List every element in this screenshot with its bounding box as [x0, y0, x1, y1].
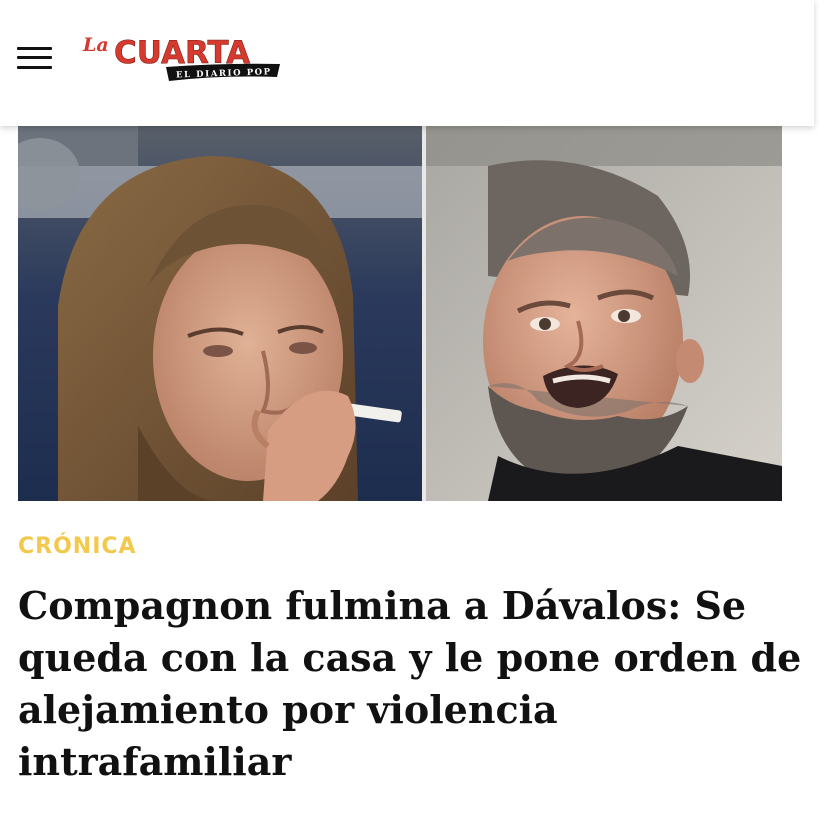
top-navigation-bar: La CUARTA EL DIARIO POP	[0, 0, 814, 126]
article-hero-image[interactable]	[18, 126, 782, 501]
menu-line	[17, 56, 52, 59]
menu-line	[17, 66, 52, 69]
logo-prefix: La	[82, 34, 109, 56]
woman-photo	[18, 126, 422, 501]
page: La CUARTA EL DIARIO POP CRÓNICA Compagno…	[0, 0, 828, 829]
menu-line	[17, 47, 52, 50]
logo-tagline: EL DIARIO POP	[176, 67, 272, 80]
article-headline[interactable]: Compagnon fulmina a Dávalos: Se queda co…	[18, 580, 808, 788]
photo-divider	[422, 126, 426, 501]
man-photo	[426, 126, 782, 501]
site-logo[interactable]: La CUARTA EL DIARIO POP	[80, 30, 290, 86]
article-section-label[interactable]: CRÓNICA	[18, 534, 137, 559]
hamburger-menu-icon[interactable]	[17, 45, 53, 71]
